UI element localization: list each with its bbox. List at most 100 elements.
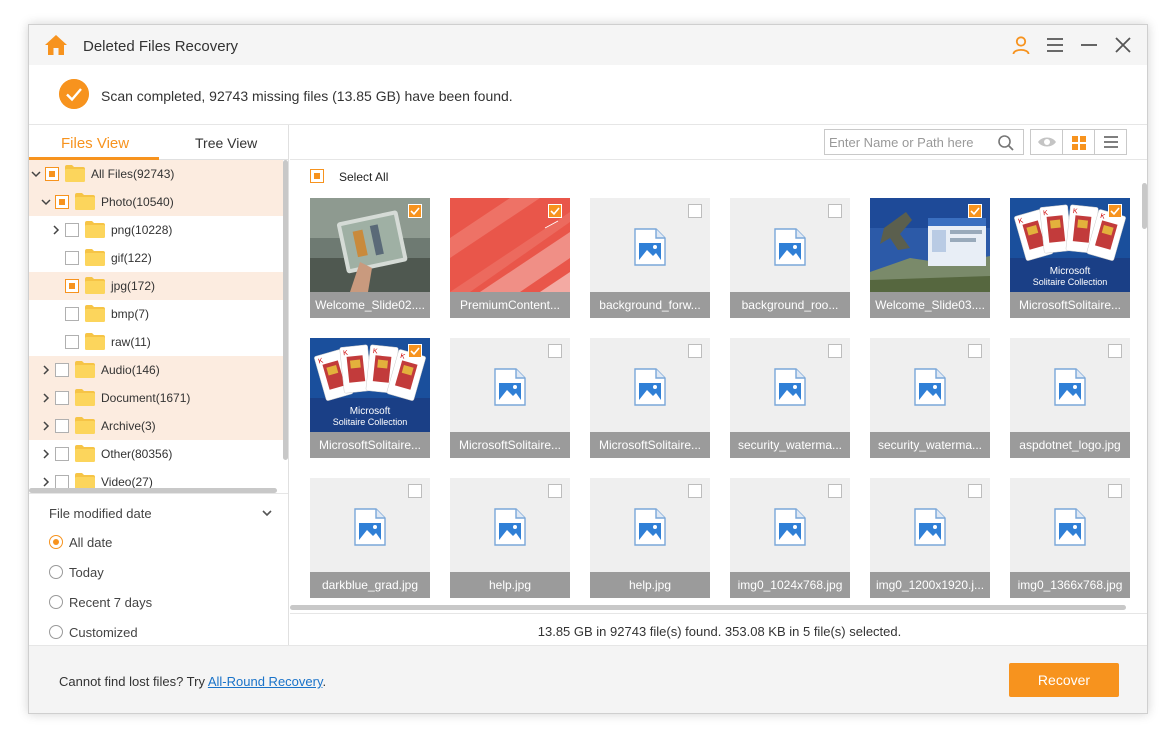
tree-checkbox[interactable] [65,307,79,321]
file-checkbox[interactable] [408,204,422,218]
search-input[interactable] [829,133,989,151]
file-checkbox[interactable] [1108,204,1122,218]
tree-checkbox[interactable] [55,475,69,489]
grid-view-button[interactable] [1062,129,1095,155]
tree-checkbox[interactable] [45,167,59,181]
tree-row[interactable]: Photo(10540) [29,188,283,216]
chevron-down-icon[interactable] [261,508,273,518]
tree-row[interactable]: All Files(92743) [29,160,283,188]
file-checkbox[interactable] [688,484,702,498]
account-icon[interactable] [1011,35,1031,55]
chevron-right-icon[interactable] [41,449,51,459]
chevron-down-icon[interactable] [31,169,41,179]
file-card[interactable]: MicrosoftSolitaire... [590,338,710,458]
file-card[interactable]: aspdotnet_logo.jpg [1010,338,1130,458]
tree-checkbox[interactable] [65,251,79,265]
tree-row[interactable]: Archive(3) [29,412,283,440]
chevron-down-icon[interactable] [41,197,51,207]
menu-icon[interactable] [1045,35,1065,55]
file-checkbox[interactable] [408,484,422,498]
file-checkbox[interactable] [688,204,702,218]
tree-checkbox[interactable] [55,419,69,433]
file-card[interactable]: security_waterma... [870,338,990,458]
file-checkbox[interactable] [548,484,562,498]
file-card[interactable]: K K K K Microsoft Solitaire Collection Microso… [1010,198,1130,318]
tree-row[interactable]: gif(122) [29,244,283,272]
tree-checkbox[interactable] [65,335,79,349]
tree-label: gif(122) [111,251,152,265]
file-card[interactable]: PremiumContent... [450,198,570,318]
radio-today[interactable] [49,565,63,579]
tree-row[interactable]: Document(1671) [29,384,283,412]
results-toolbar [290,125,1147,160]
tree-checkbox[interactable] [55,195,69,209]
tree-row[interactable]: Audio(146) [29,356,283,384]
file-card[interactable]: Welcome_Slide03.... [870,198,990,318]
file-checkbox[interactable] [828,484,842,498]
radio-recent-7-days[interactable] [49,595,63,609]
all-round-recovery-link[interactable]: All-Round Recovery [208,674,323,689]
file-name: MicrosoftSolitaire... [450,432,570,458]
tree-checkbox[interactable] [65,223,79,237]
tree-row[interactable]: jpg(172) [29,272,283,300]
tree-row[interactable]: Video(27) [29,468,283,490]
file-checkbox[interactable] [968,204,982,218]
file-checkbox[interactable] [828,204,842,218]
tree-row[interactable]: png(10228) [29,216,283,244]
file-checkbox[interactable] [408,344,422,358]
file-card[interactable]: security_waterma... [730,338,850,458]
chevron-right-icon[interactable] [51,225,61,235]
list-view-button[interactable] [1094,129,1127,155]
tree-label: All Files(92743) [91,167,175,181]
file-card[interactable]: background_forw... [590,198,710,318]
file-checkbox[interactable] [548,204,562,218]
file-card[interactable]: Welcome_Slide02.... [310,198,430,318]
file-grid: Welcome_Slide02.... PremiumContent... back… [290,195,1141,613]
chevron-right-icon[interactable] [41,421,51,431]
tree-checkbox[interactable] [65,279,79,293]
file-card[interactable]: K K K K Microsoft Solitaire Collection Microso… [310,338,430,458]
file-card[interactable]: help.jpg [450,478,570,598]
tab-tree-view[interactable]: Tree View [195,135,257,151]
file-checkbox[interactable] [1108,484,1122,498]
file-card[interactable]: background_roo... [730,198,850,318]
home-icon[interactable] [43,33,69,57]
close-icon[interactable] [1113,35,1133,55]
radio-label-customized: Customized [69,625,138,640]
tree-vertical-scrollbar[interactable] [283,160,288,460]
minimize-icon[interactable] [1079,35,1099,55]
grid-vertical-scrollbar[interactable] [1142,183,1147,229]
radio-all-date[interactable] [49,535,63,549]
file-card[interactable]: img0_1200x1920.j... [870,478,990,598]
folder-icon [75,361,95,378]
preview-button[interactable] [1030,129,1063,155]
file-card[interactable]: MicrosoftSolitaire... [450,338,570,458]
select-all-checkbox[interactable] [310,169,324,183]
tree-row[interactable]: Other(80356) [29,440,283,468]
tree-row[interactable]: bmp(7) [29,300,283,328]
file-name: security_waterma... [870,432,990,458]
file-checkbox[interactable] [968,484,982,498]
grid-horizontal-scrollbar[interactable] [290,605,1126,610]
tree-row[interactable]: raw(11) [29,328,283,356]
tree-checkbox[interactable] [55,447,69,461]
file-checkbox[interactable] [968,344,982,358]
file-card[interactable]: help.jpg [590,478,710,598]
file-checkbox[interactable] [548,344,562,358]
radio-customized[interactable] [49,625,63,639]
folder-icon [85,221,105,238]
file-card[interactable]: darkblue_grad.jpg [310,478,430,598]
tree-checkbox[interactable] [55,391,69,405]
recover-button[interactable]: Recover [1009,663,1119,697]
chevron-right-icon[interactable] [41,477,51,487]
tab-files-view[interactable]: Files View [61,135,129,152]
chevron-right-icon[interactable] [41,365,51,375]
chevron-right-icon[interactable] [41,393,51,403]
file-card[interactable]: img0_1024x768.jpg [730,478,850,598]
file-checkbox[interactable] [688,344,702,358]
file-checkbox[interactable] [828,344,842,358]
tree-checkbox[interactable] [55,363,69,377]
file-card[interactable]: img0_1366x768.jpg [1010,478,1130,598]
file-checkbox[interactable] [1108,344,1122,358]
search-icon[interactable] [997,134,1015,152]
